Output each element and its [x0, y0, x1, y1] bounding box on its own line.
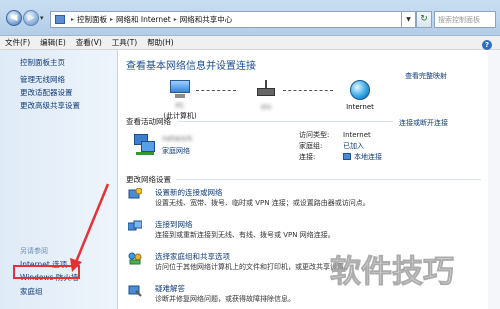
- menu-view[interactable]: 查看(V): [71, 37, 107, 48]
- troubleshoot-icon: [128, 285, 142, 297]
- sidebar-item-advanced-sharing[interactable]: 更改高级共享设置: [20, 100, 80, 111]
- sidebar-item-homegroup[interactable]: 家庭组: [20, 286, 43, 297]
- local-connection-icon: [343, 153, 351, 160]
- homegroup-sharing-desc: 访问位于其他网络计算机上的文件和打印机，或更改共享设置。: [155, 263, 351, 271]
- network-type-link[interactable]: 家庭网络: [162, 146, 190, 156]
- connection-label: 连接:: [299, 152, 316, 161]
- forward-arrow-icon[interactable]: ▶: [23, 10, 39, 26]
- refresh-icon[interactable]: ↻: [416, 11, 432, 28]
- window-titlebar: ◀ ▶ ▾ ▸ 控制面板 ▸ 网络和 Internet ▸ 网络和共享中心 ▼ …: [0, 0, 500, 36]
- menu-help[interactable]: 帮助(H): [142, 37, 179, 48]
- this-computer-node[interactable]: PC (此计算机): [140, 80, 220, 121]
- firewall-highlight-box: [13, 265, 80, 279]
- search-input[interactable]: 搜索控制面板: [434, 11, 496, 28]
- troubleshoot-link[interactable]: 疑难解答: [155, 283, 185, 294]
- new-connection-link[interactable]: 设置新的连接或网络: [155, 187, 223, 198]
- see-also-heading: 另请参阅: [20, 247, 48, 255]
- breadcrumb-network-sharing-center[interactable]: 网络和共享中心: [180, 14, 233, 25]
- task-connect-network: 连接到网络 连接到或重新连接到无线、有线、拨号或 VPN 网络连接。: [128, 219, 478, 243]
- router-node[interactable]: sto: [226, 80, 306, 111]
- internet-node[interactable]: Internet: [320, 80, 400, 111]
- network-name: network: [162, 134, 193, 143]
- recent-pages-dropdown-icon[interactable]: ▾: [40, 14, 44, 22]
- active-networks-heading: 查看活动网络: [126, 117, 171, 126]
- computer-icon: [168, 80, 192, 99]
- section-divider: [176, 179, 481, 180]
- back-arrow-icon[interactable]: ◀: [6, 10, 22, 26]
- breadcrumb-network-internet[interactable]: 网络和 Internet: [116, 14, 171, 25]
- active-network-card: network 家庭网络: [134, 132, 284, 162]
- homegroup-sharing-link[interactable]: 选择家庭组和共享选项: [155, 251, 230, 262]
- new-connection-icon: [128, 188, 142, 199]
- address-bar[interactable]: ▸ 控制面板 ▸ 网络和 Internet ▸ 网络和共享中心: [50, 11, 402, 28]
- network-properties: 访问类型: Internet 家庭组: 已加入 连接: 本地连接: [299, 129, 479, 162]
- sidebar-item-control-panel-home[interactable]: 控制面板主页: [20, 57, 65, 68]
- new-connection-desc: 设置无线、宽带、拨号、临时或 VPN 连接；或设置路由器或访问点。: [155, 199, 370, 207]
- home-network-icon: [134, 134, 156, 155]
- local-connection-text: 本地连接: [354, 152, 382, 161]
- svg-text:软件技巧: 软件技巧: [330, 254, 454, 290]
- router-icon: [255, 80, 277, 100]
- sidebar-item-manage-wireless[interactable]: 管理无线网络: [20, 74, 65, 85]
- watermark-logo: 软件技巧: [330, 254, 455, 291]
- access-type-value: Internet: [343, 130, 371, 139]
- local-connection-link[interactable]: 本地连接: [343, 152, 382, 162]
- globe-icon: [350, 80, 370, 100]
- control-panel-icon: [55, 15, 65, 24]
- menu-tools[interactable]: 工具(T): [107, 37, 142, 48]
- homegroup-label: 家庭组:: [299, 141, 323, 150]
- help-icon[interactable]: ?: [482, 40, 492, 50]
- troubleshoot-desc: 诊断并修复网络问题，或获得故障排除信息。: [155, 295, 295, 303]
- page-title: 查看基本网络信息并设置连接: [126, 61, 256, 72]
- section-divider: [178, 121, 393, 122]
- computer-name: PC: [175, 102, 185, 110]
- task-new-connection: 设置新的连接或网络 设置无线、宽带、拨号、临时或 VPN 连接；或设置路由器或访…: [128, 187, 478, 211]
- homegroup-joined-link[interactable]: 已加入: [343, 141, 364, 151]
- connect-disconnect-link[interactable]: 连接或断开连接: [399, 118, 448, 128]
- prop-row-homegroup: 家庭组: 已加入: [299, 140, 479, 151]
- router-name: sto: [260, 103, 272, 111]
- prop-row-access-type: 访问类型: Internet: [299, 129, 479, 140]
- menu-edit[interactable]: 编辑(E): [35, 37, 71, 48]
- menu-bar: 文件(F) 编辑(E) 查看(V) 工具(T) 帮助(H): [0, 36, 500, 50]
- homegroup-icon: [128, 252, 142, 265]
- connect-network-icon: [128, 220, 142, 231]
- change-settings-heading: 更改网络设置: [126, 175, 171, 184]
- prop-row-connection: 连接: 本地连接: [299, 151, 479, 162]
- menu-file[interactable]: 文件(F): [0, 37, 35, 48]
- address-dropdown-icon[interactable]: ▼: [402, 11, 416, 28]
- sidebar-item-adapter-settings[interactable]: 更改适配器设置: [20, 87, 73, 98]
- search-placeholder: 搜索控制面板: [438, 16, 480, 24]
- internet-label: Internet: [346, 103, 374, 111]
- connect-network-desc: 连接到或重新连接到无线、有线、拨号或 VPN 网络连接。: [155, 231, 335, 239]
- connect-network-link[interactable]: 连接到网络: [155, 219, 193, 230]
- breadcrumb-control-panel[interactable]: 控制面板: [77, 14, 107, 25]
- access-type-label: 访问类型:: [299, 130, 330, 139]
